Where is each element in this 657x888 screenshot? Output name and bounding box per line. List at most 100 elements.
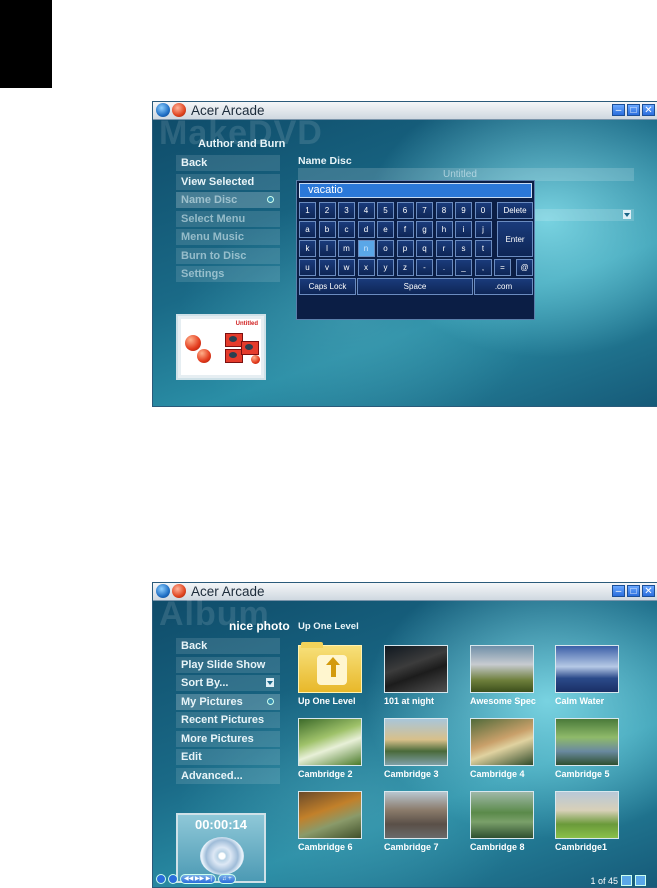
photo-thumbnail[interactable] xyxy=(384,791,448,839)
menu-item-advanced[interactable]: Advanced... xyxy=(176,767,280,784)
menu-item-menu-music[interactable]: Menu Music xyxy=(176,229,280,245)
keyboard-key[interactable]: 4 xyxy=(357,202,375,219)
keyboard-key[interactable]: , xyxy=(474,259,492,276)
keyboard-key[interactable]: 8 xyxy=(435,202,453,219)
menu-item-view-selected[interactable]: View Selected xyxy=(176,173,280,190)
keyboard-key[interactable]: = xyxy=(494,259,511,276)
keyboard-key[interactable]: 0 xyxy=(474,202,492,219)
delete-key[interactable]: Delete xyxy=(497,202,533,219)
keyboard-key[interactable]: 7 xyxy=(416,202,433,219)
keyboard-key[interactable]: t xyxy=(474,240,492,257)
keyboard-text-input[interactable]: vacatio xyxy=(299,183,532,198)
name-disc-label: Name Disc xyxy=(298,155,352,167)
keyboard-key[interactable]: b xyxy=(318,221,336,238)
chevron-down-icon xyxy=(266,678,274,687)
menu-item-label: Sort By... xyxy=(181,677,229,689)
menu-item-sort-by[interactable]: Sort By... xyxy=(176,675,280,691)
keyboard-key[interactable]: j xyxy=(474,221,492,238)
menu-item-select-menu[interactable]: Select Menu xyxy=(176,210,280,227)
maximize-button[interactable]: □ xyxy=(627,104,640,116)
enter-key[interactable]: Enter xyxy=(497,221,533,257)
menu-item-back[interactable]: Back xyxy=(176,638,280,654)
keyboard-key[interactable]: g xyxy=(416,221,433,238)
keyboard-key[interactable]: - xyxy=(416,259,433,276)
photo-thumbnail[interactable] xyxy=(298,791,362,839)
menu-item-more-pictures[interactable]: More Pictures xyxy=(176,730,280,747)
maximize-button[interactable]: □ xyxy=(627,585,640,597)
minimize-button[interactable]: ‒ xyxy=(612,585,625,597)
photo-thumbnail[interactable] xyxy=(384,718,448,766)
keyboard-key[interactable]: 2 xyxy=(318,202,336,219)
pause-icon[interactable] xyxy=(168,874,178,884)
minimize-button[interactable]: ‒ xyxy=(612,104,625,116)
keyboard-key[interactable]: e xyxy=(377,221,394,238)
photo-thumbnail[interactable] xyxy=(555,791,619,839)
keyboard-key[interactable]: l xyxy=(318,240,336,257)
photo-thumbnail[interactable] xyxy=(470,718,534,766)
selected-indicator-icon xyxy=(267,196,274,203)
up-one-level-folder[interactable] xyxy=(298,642,362,693)
keyboard-key[interactable]: m xyxy=(338,240,355,257)
photo-thumbnail[interactable] xyxy=(470,791,534,839)
keyboard-key[interactable]: h xyxy=(435,221,453,238)
keyboard-key[interactable]: 3 xyxy=(338,202,355,219)
photo-caption: Cambridge 3 xyxy=(384,769,439,779)
menu-item-recent-pictures[interactable]: Recent Pictures xyxy=(176,712,280,728)
photo-caption: Awesome Spec xyxy=(470,696,536,706)
keyboard-key[interactable]: 5 xyxy=(377,202,394,219)
keyboard-key[interactable]: q xyxy=(416,240,433,257)
keyboard-key[interactable]: d xyxy=(357,221,375,238)
photo-thumbnail[interactable] xyxy=(555,718,619,766)
keyboard-key[interactable]: 1 xyxy=(299,202,316,219)
photo-thumbnail[interactable] xyxy=(298,718,362,766)
keyboard-key[interactable]: 9 xyxy=(455,202,472,219)
option-dropdown[interactable] xyxy=(533,209,634,221)
keyboard-key[interactable]: p xyxy=(396,240,414,257)
playback-timer: 00:00:14 xyxy=(194,817,248,832)
keyboard-key[interactable]: _ xyxy=(455,259,472,276)
seek-controls[interactable]: ◀◀ ▶▶ ▶| xyxy=(180,874,216,884)
menu-item-settings[interactable]: Settings xyxy=(176,266,280,282)
menu-item-my-pictures[interactable]: My Pictures xyxy=(176,693,280,710)
close-button[interactable]: ✕ xyxy=(642,104,655,116)
keyboard-key[interactable]: r xyxy=(435,240,453,257)
keyboard-key[interactable]: x xyxy=(357,259,375,276)
menu-item-name-disc[interactable]: Name Disc xyxy=(176,192,280,208)
keyboard-key[interactable]: v xyxy=(318,259,336,276)
keyboard-key[interactable]: f xyxy=(396,221,414,238)
keyboard-key[interactable]: w xyxy=(338,259,355,276)
page-up-button[interactable] xyxy=(621,875,632,886)
space-key[interactable]: Space xyxy=(357,278,473,295)
photo-thumbnail[interactable] xyxy=(555,645,619,693)
menu-preview-thumbnail[interactable]: Untitled xyxy=(176,314,266,380)
stop-icon[interactable] xyxy=(156,874,166,884)
section-header: Author and Burn xyxy=(198,138,286,150)
onscreen-keyboard: vacatio 1234567890 abcdefghij klmnopqrst uv… xyxy=(296,180,535,320)
photo-thumbnail[interactable] xyxy=(470,645,534,693)
keyboard-key[interactable]: 6 xyxy=(396,202,414,219)
menu-item-burn-to-disc[interactable]: Burn to Disc xyxy=(176,247,280,264)
keyboard-key[interactable]: u xyxy=(299,259,316,276)
menu-item-edit[interactable]: Edit xyxy=(176,749,280,765)
close-button[interactable]: ✕ xyxy=(642,585,655,597)
keyboard-key[interactable]: n xyxy=(357,240,375,257)
tomato-image xyxy=(185,335,201,351)
volume-control[interactable]: ♫ + xyxy=(217,874,236,884)
keyboard-key[interactable]: c xyxy=(338,221,355,238)
at-key[interactable]: @ xyxy=(516,259,533,276)
keyboard-key[interactable]: a xyxy=(299,221,316,238)
keyboard-key[interactable]: o xyxy=(377,240,394,257)
menu-item-back[interactable]: Back xyxy=(176,155,280,171)
keyboard-key[interactable]: s xyxy=(455,240,472,257)
keyboard-key[interactable]: i xyxy=(455,221,472,238)
menu-item-label: My Pictures xyxy=(181,695,243,708)
dotcom-key[interactable]: .com xyxy=(474,278,533,295)
keyboard-key[interactable]: z xyxy=(396,259,414,276)
keyboard-key[interactable]: y xyxy=(377,259,394,276)
keyboard-key[interactable]: k xyxy=(299,240,316,257)
photo-thumbnail[interactable] xyxy=(384,645,448,693)
page-down-button[interactable] xyxy=(635,875,646,886)
caps-lock-key[interactable]: Caps Lock xyxy=(299,278,356,295)
menu-item-play-slide-show[interactable]: Play Slide Show xyxy=(176,656,280,673)
keyboard-key[interactable]: . xyxy=(435,259,453,276)
